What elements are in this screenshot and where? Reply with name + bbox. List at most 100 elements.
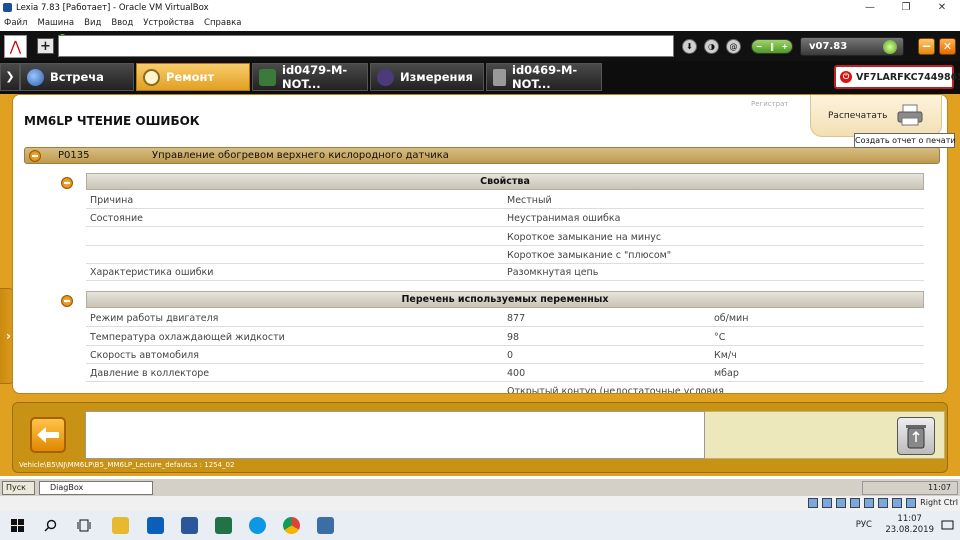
menu-help[interactable]: Справка	[204, 18, 241, 28]
version-display: v07.83	[800, 37, 904, 56]
vbox-status-bar: Right Ctrl	[0, 496, 960, 511]
vin-display[interactable]: ⏻ VF7LARFKC74498657	[834, 65, 960, 89]
section-header: Перечень используемых переменных	[86, 291, 924, 308]
table-row: Режим работы двигателя 877 об/мин	[86, 309, 924, 327]
menu-devices[interactable]: Устройства	[143, 18, 194, 28]
globe-icon	[27, 68, 44, 86]
connection-toggle[interactable]: − ‖ +	[751, 39, 793, 54]
properties-section: Свойства Причина Местный Состояние Неустра…	[44, 173, 924, 285]
network-icon[interactable]	[850, 498, 860, 508]
tab-id0469[interactable]: id0469-M-NOT...	[486, 63, 602, 91]
collapse-icon[interactable]	[29, 149, 41, 162]
taskbar-item-diagbox[interactable]: DiagBox	[39, 481, 153, 495]
shared-folder-icon[interactable]	[878, 498, 888, 508]
table-row: Причина Местный	[86, 191, 924, 209]
menu-input[interactable]: Ввод	[111, 18, 133, 28]
excel-icon[interactable]	[215, 517, 232, 534]
table-row: Температура охлаждающей жидкости 98 °C	[86, 328, 924, 346]
windows-taskbar: РУС 11:07 23.08.2019	[0, 511, 960, 540]
tab-meeting[interactable]: Встреча	[20, 63, 134, 91]
print-tooltip: Создать отчет о печати	[854, 133, 956, 148]
outlook-icon[interactable]	[147, 517, 164, 534]
notification-icon[interactable]	[941, 519, 954, 532]
document-icon	[493, 68, 506, 86]
fault-row[interactable]: P0135 Управление обогревом верхнего кисл…	[24, 147, 940, 164]
page-title: MM6LP ЧТЕНИЕ ОШИБОК	[24, 114, 200, 128]
table-row: Скорость автомобиля 0 Км/ч	[86, 346, 924, 364]
display-icon[interactable]	[892, 498, 902, 508]
app-minimize-button[interactable]: −	[918, 38, 935, 55]
word-icon[interactable]	[181, 517, 198, 534]
windows-start-icon[interactable]	[11, 519, 24, 532]
bars-icon: ‖	[770, 42, 774, 51]
mouse-icon[interactable]	[906, 498, 916, 508]
system-clock[interactable]: 11:07 23.08.2019	[885, 514, 934, 536]
table-row: Короткое замыкание на минус	[86, 228, 924, 246]
print-label: Распечатать	[828, 110, 888, 121]
skype-icon[interactable]	[249, 517, 266, 534]
arrow-down-icon[interactable]: ⬇	[682, 39, 697, 54]
print-button[interactable]: Распечатать	[810, 95, 942, 137]
at-icon[interactable]: @	[726, 39, 741, 54]
menu-machine[interactable]: Машина	[37, 18, 74, 28]
message-box	[85, 411, 705, 459]
tab-measurements[interactable]: Измерения	[370, 63, 484, 91]
tab-label: Встреча	[50, 70, 104, 84]
app-close-button[interactable]: ✕	[939, 38, 956, 55]
wave-icon	[377, 68, 394, 86]
language-indicator[interactable]: РУС	[856, 520, 872, 530]
chevron-down-icon[interactable]: ❯	[0, 63, 20, 91]
trash-button[interactable]	[897, 417, 935, 455]
disk-icon[interactable]	[808, 498, 818, 508]
close-icon[interactable]: ✕	[924, 0, 960, 15]
start-label: Пуск	[6, 483, 26, 492]
search-icon[interactable]	[44, 519, 57, 532]
app-toolbar: ⋀ + ⬇ ◑ @ − ‖ + v07.83 − ✕	[0, 31, 960, 61]
host-key: Right Ctrl	[920, 498, 958, 507]
status-led-icon	[883, 40, 897, 54]
trash-icon	[906, 425, 926, 449]
collapse-icon[interactable]	[61, 177, 73, 189]
back-button[interactable]	[30, 417, 66, 453]
restore-icon[interactable]: ❐	[888, 0, 924, 15]
table-row: Характеристика ошибки Разомкнутая цепь	[86, 263, 924, 281]
collapse-icon[interactable]	[61, 295, 73, 307]
table-row: Состояние Неустранимая ошибка	[86, 209, 924, 227]
tab-label: id0469-M-NOT...	[512, 63, 578, 91]
tab-label: Ремонт	[166, 70, 215, 84]
power-icon: ⏻	[840, 71, 852, 83]
menu-view[interactable]: Вид	[84, 18, 101, 28]
start-button[interactable]: Пуск	[2, 481, 35, 495]
version-label: v07.83	[809, 41, 848, 52]
tab-id0479[interactable]: id0479-M-NOT...	[252, 63, 368, 91]
window-title: Lexia 7.83 [Работает] - Oracle VM Virtua…	[16, 2, 209, 13]
optical-icon[interactable]	[822, 498, 832, 508]
tab-repair[interactable]: Ремонт	[136, 63, 250, 91]
minimize-icon[interactable]: —	[852, 0, 888, 15]
fault-code: P0135	[58, 150, 90, 161]
ghost-label: Регистрат	[751, 100, 789, 108]
message-field	[58, 35, 674, 57]
fault-reading-panel: MM6LP ЧТЕНИЕ ОШИБОК Регистрат Распечатат…	[12, 94, 948, 394]
window-title-bar: Lexia 7.83 [Работает] - Oracle VM Virtua…	[0, 0, 960, 15]
task-view-icon[interactable]	[77, 519, 91, 532]
printer-icon	[897, 104, 923, 126]
section-header: Свойства	[86, 173, 924, 190]
usb-icon[interactable]	[864, 498, 874, 508]
guest-clock: 11:07	[927, 483, 951, 492]
menu-file[interactable]: Файл	[4, 18, 27, 28]
variables-section: Перечень используемых переменных Режим р…	[44, 291, 924, 393]
file-explorer-icon[interactable]	[112, 517, 129, 534]
menu-bar: Файл Машина Вид Ввод Устройства Справка	[0, 15, 960, 30]
clock-date: 23.08.2019	[885, 525, 934, 535]
audio-icon[interactable]	[836, 498, 846, 508]
fault-description: Управление обогревом верхнего кислородно…	[152, 150, 449, 161]
chrome-icon[interactable]	[283, 517, 300, 534]
virtualbox-icon[interactable]	[317, 517, 334, 534]
add-button[interactable]: +	[37, 34, 66, 56]
clock-time: 11:07	[897, 514, 922, 524]
file-path: Vehicle\B5\NJ\MM6LP\B5_MM6LP_Lecture_def…	[19, 461, 235, 469]
helmet-icon[interactable]: ◑	[704, 39, 719, 54]
table-row: Открытый контур (недостаточные условия	[86, 382, 924, 393]
car-icon	[259, 68, 276, 86]
